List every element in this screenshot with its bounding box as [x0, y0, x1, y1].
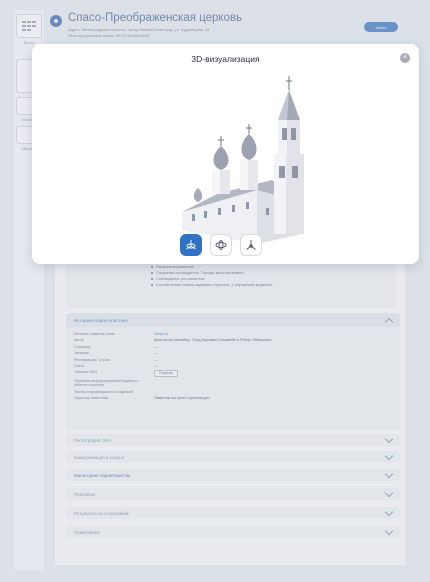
view-toolbar — [180, 234, 262, 256]
rotate-axes-icon[interactable] — [180, 234, 202, 256]
pan-axes-icon[interactable] — [240, 234, 262, 256]
church-3d-model[interactable] — [162, 62, 342, 262]
3d-visualization-modal: 3D-визуализация × — [32, 44, 419, 264]
close-icon[interactable]: × — [400, 53, 410, 63]
orbit-view-icon[interactable] — [210, 234, 232, 256]
